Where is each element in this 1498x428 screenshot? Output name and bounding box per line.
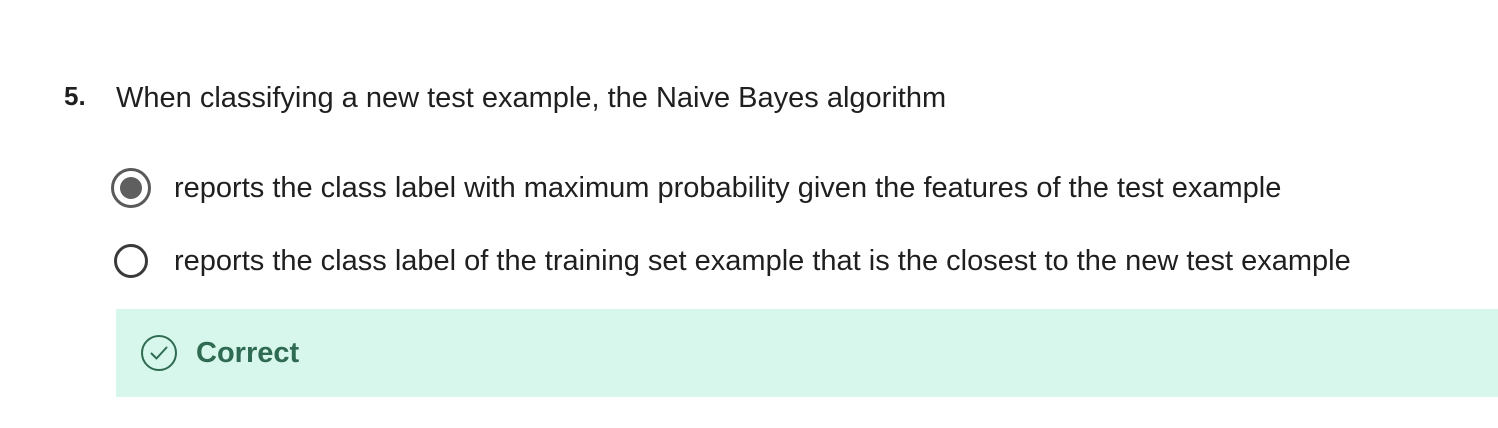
answer-option-1[interactable]: reports the class label with maximum pro…	[111, 166, 1282, 210]
answer-option-2[interactable]: reports the class label of the training …	[114, 239, 1351, 283]
quiz-question: 5. When classifying a new test example, …	[0, 0, 1498, 428]
answer-option-label: reports the class label with maximum pro…	[174, 172, 1282, 204]
question-number: 5.	[64, 81, 86, 111]
answer-option-label: reports the class label of the training …	[174, 245, 1351, 277]
question-text: When classifying a new test example, the…	[116, 82, 947, 114]
feedback-status: Correct	[196, 336, 300, 369]
feedback-banner: Correct	[116, 309, 1498, 397]
radio-button[interactable]	[114, 244, 148, 278]
radio-button-selected[interactable]	[111, 168, 151, 208]
check-circle-icon	[141, 335, 177, 371]
radio-selected-dot	[120, 177, 142, 199]
